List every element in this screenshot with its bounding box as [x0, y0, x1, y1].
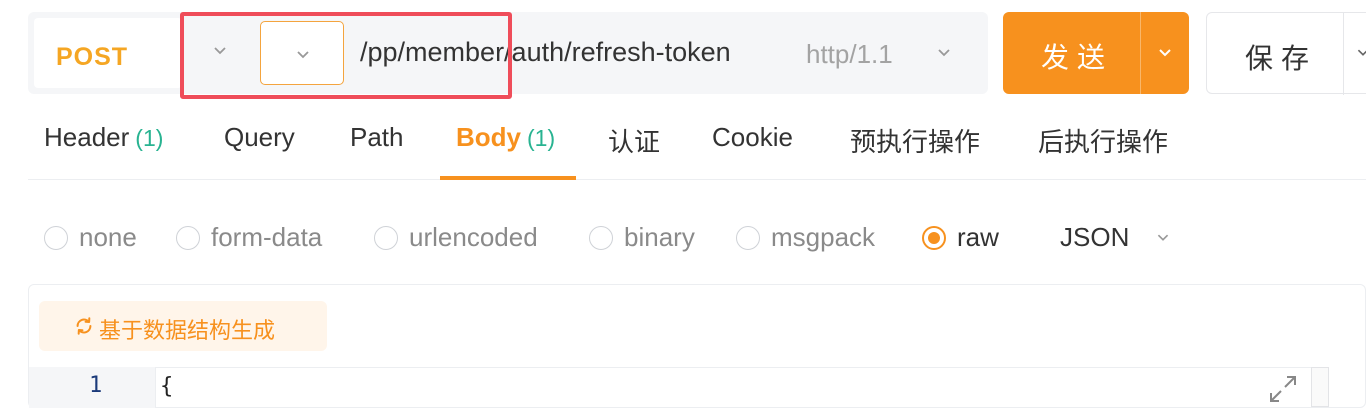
send-label: 发送 — [1041, 42, 1114, 73]
chevron-down-icon[interactable] — [1153, 40, 1177, 64]
save-label: 保存 — [1245, 43, 1318, 74]
method-label: POST — [56, 43, 129, 71]
expand-icon[interactable] — [1265, 371, 1301, 407]
radio-circle — [44, 226, 68, 250]
radio-circle — [589, 226, 613, 250]
generate-from-schema-button[interactable]: 基于数据结构生成 — [39, 301, 327, 351]
tab-pre-operation[interactable]: 预执行操作 — [850, 122, 980, 159]
code-line[interactable]: { — [155, 367, 1325, 408]
send-button[interactable]: 发送 — [1003, 12, 1189, 94]
radio-circle — [176, 226, 200, 250]
tab-path[interactable]: Path — [350, 122, 404, 153]
code-text: { — [160, 374, 174, 399]
tab-post-operation[interactable]: 后执行操作 — [1038, 122, 1168, 159]
body-editor: 基于数据结构生成 1 { — [28, 284, 1366, 408]
tab-query[interactable]: Query — [224, 122, 295, 153]
chevron-down-icon[interactable] — [1352, 41, 1366, 63]
generate-label: 基于数据结构生成 — [99, 318, 276, 343]
refresh-icon — [76, 317, 92, 335]
request-tabs: Header (1) Query Path Body (1) 认证 Cookie 预… — [28, 105, 1366, 180]
save-button[interactable]: 保存 — [1206, 12, 1366, 95]
highlight-box — [180, 12, 512, 99]
send-divider — [1140, 12, 1141, 94]
tab-header[interactable]: Header (1) — [44, 122, 163, 153]
protocol-select[interactable]: http/1.1 — [806, 39, 893, 70]
raw-format-select[interactable]: JSON — [1060, 222, 1129, 253]
save-divider — [1343, 13, 1344, 95]
tab-body[interactable]: Body (1) — [456, 122, 555, 153]
chevron-down-icon[interactable] — [1152, 226, 1174, 248]
chevron-down-icon[interactable] — [932, 40, 956, 64]
editor-gutter: 1 — [29, 367, 155, 408]
tab-auth[interactable]: 认证 — [608, 122, 660, 159]
line-number: 1 — [89, 373, 103, 398]
method-select[interactable]: POST — [34, 18, 182, 88]
body-type-group: none form-data urlencoded binary msgpack… — [44, 216, 1244, 260]
radio-circle — [374, 226, 398, 250]
editor-scrollbar[interactable] — [1311, 367, 1329, 407]
radio-circle — [922, 226, 946, 250]
tab-count: (1) — [527, 125, 556, 151]
tab-cookie[interactable]: Cookie — [712, 122, 793, 153]
active-tab-underline — [440, 176, 576, 180]
tab-count: (1) — [135, 125, 164, 151]
radio-circle — [736, 226, 760, 250]
